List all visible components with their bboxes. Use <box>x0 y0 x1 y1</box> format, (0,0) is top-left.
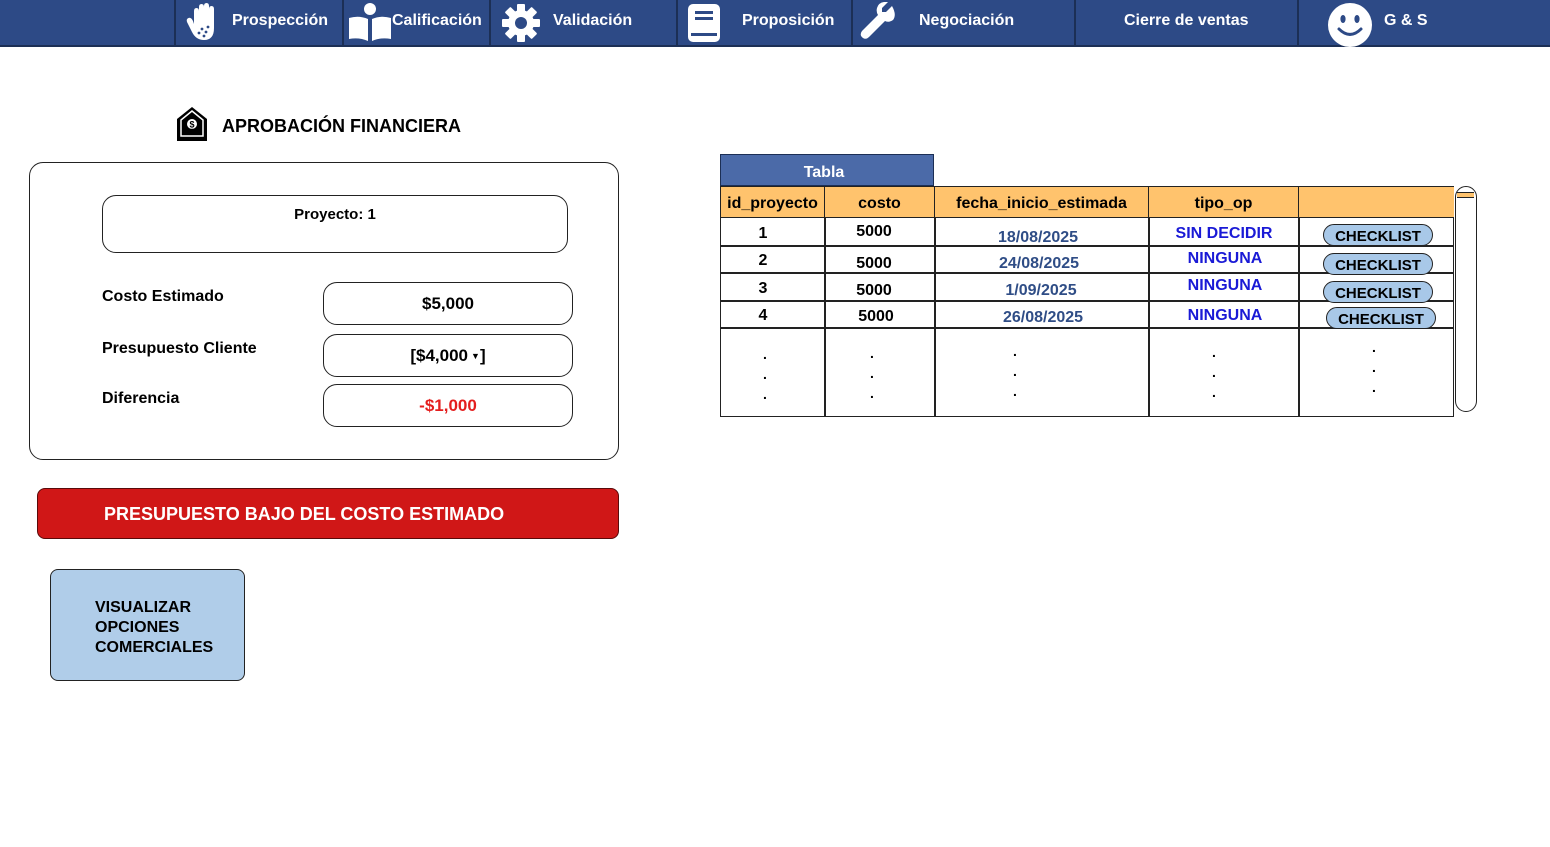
hand-icon <box>184 2 224 47</box>
nav-proposicion-label: Proposición <box>742 12 835 29</box>
nav-prospeccion-label: Prospección <box>232 12 329 29</box>
section-title-text: APROBACIÓN FINANCIERA <box>222 116 462 136</box>
header-tipo-op: tipo_op <box>1149 187 1299 218</box>
costo-estimado-text: $5,000 <box>422 293 474 313</box>
diferencia-text: -$1,000 <box>419 395 477 415</box>
checklist-button[interactable]: CHECKLIST <box>1326 307 1436 329</box>
scrollbar-thumb[interactable] <box>1457 192 1474 198</box>
cell-fecha: 18/08/2025 <box>997 229 1079 246</box>
gear-icon <box>501 3 541 48</box>
projects-table: id_proyecto costo fecha_inicio_estimada … <box>720 186 1454 417</box>
nav-proposicion[interactable]: Proposición <box>676 0 853 46</box>
checklist-button[interactable]: CHECKLIST <box>1323 281 1433 303</box>
cell-costo: 5000 <box>856 255 892 272</box>
top-nav: Prospección Calificación Validación Prop… <box>0 0 1550 47</box>
nav-prospeccion[interactable]: Prospección <box>174 0 344 46</box>
cell-costo: 5000 <box>856 282 892 299</box>
ellipsis-cell: . . . <box>1372 339 1376 395</box>
cell-fecha: 26/08/2025 <box>1002 309 1084 326</box>
nav-negociacion-label: Negociación <box>919 12 1015 29</box>
ellipsis-cell: . . . <box>763 346 767 402</box>
header-fecha-inicio: fecha_inicio_estimada <box>935 187 1149 218</box>
nav-cierre[interactable]: Cierre de ventas <box>1074 0 1299 46</box>
diferencia-value: -$1,000 <box>323 384 573 427</box>
checklist-button[interactable]: CHECKLIST <box>1323 253 1433 275</box>
cell-tipo: NINGUNA <box>1187 277 1263 294</box>
table-scrollbar[interactable] <box>1455 186 1477 412</box>
visualizar-opciones-button[interactable]: VISUALIZAR OPCIONES COMERCIALES <box>50 569 245 681</box>
project-label: Proyecto: 1 <box>294 206 376 223</box>
user-label: G & S <box>1384 12 1428 29</box>
visualizar-opciones-label: VISUALIZAR OPCIONES COMERCIALES <box>95 599 214 656</box>
nav-negociacion[interactable]: Negociación <box>851 0 1076 46</box>
ellipsis-cell: . . . <box>1013 343 1017 399</box>
presupuesto-cliente-text: [$4,000 <box>410 345 469 365</box>
cell-tipo: NINGUNA <box>1187 250 1263 267</box>
nav-validacion[interactable]: Validación <box>489 0 678 46</box>
ellipsis-cell: . . . <box>870 345 874 401</box>
cell-costo: 5000 <box>856 223 892 240</box>
nav-cierre-label: Cierre de ventas <box>1124 12 1249 29</box>
nav-calificacion[interactable]: Calificación <box>342 0 491 46</box>
cell-tipo: SIN DECIDIR <box>1175 225 1273 242</box>
header-actions <box>1299 187 1454 218</box>
book-reader-icon <box>347 2 393 47</box>
nav-validacion-label: Validación <box>553 12 633 29</box>
cell-id: 1 <box>758 225 768 242</box>
money-tag-icon: $ <box>176 106 208 147</box>
cell-id: 2 <box>758 252 768 269</box>
cell-id: 3 <box>758 280 768 297</box>
table-caption-text: Tabla <box>803 164 845 181</box>
document-icon <box>686 2 722 49</box>
cell-id: 4 <box>758 307 768 324</box>
cell-tipo: NINGUNA <box>1187 307 1263 324</box>
nav-calificacion-label: Calificación <box>392 12 482 29</box>
user-menu[interactable]: G & S <box>1297 0 1550 47</box>
chevron-down-icon: ▼ <box>471 350 480 361</box>
presupuesto-cliente-select[interactable]: [$4,000 ▼ ] <box>323 334 573 377</box>
wrench-icon <box>859 1 895 47</box>
header-costo: costo <box>825 187 935 218</box>
header-id-proyecto: id_proyecto <box>721 187 825 218</box>
checklist-button[interactable]: CHECKLIST <box>1323 224 1433 246</box>
costo-estimado-label: Costo Estimado <box>102 288 224 305</box>
presupuesto-cliente-close: ] <box>479 345 486 365</box>
smiley-icon <box>1326 2 1374 53</box>
budget-alert: PRESUPUESTO BAJO DEL COSTO ESTIMADO <box>37 488 619 539</box>
cell-fecha: 24/08/2025 <box>998 255 1080 272</box>
presupuesto-cliente-label: Presupuesto Cliente <box>102 340 257 357</box>
cell-costo: 5000 <box>858 308 894 325</box>
svg-text:$: $ <box>189 120 194 130</box>
diferencia-label: Diferencia <box>102 390 180 407</box>
budget-alert-text: PRESUPUESTO BAJO DEL COSTO ESTIMADO <box>104 504 505 524</box>
table-caption: Tabla <box>720 154 934 186</box>
costo-estimado-value: $5,000 <box>323 282 573 325</box>
cell-fecha: 1/09/2025 <box>1005 282 1077 299</box>
project-box: Proyecto: 1 <box>102 195 568 253</box>
ellipsis-cell: . . . <box>1212 344 1216 400</box>
